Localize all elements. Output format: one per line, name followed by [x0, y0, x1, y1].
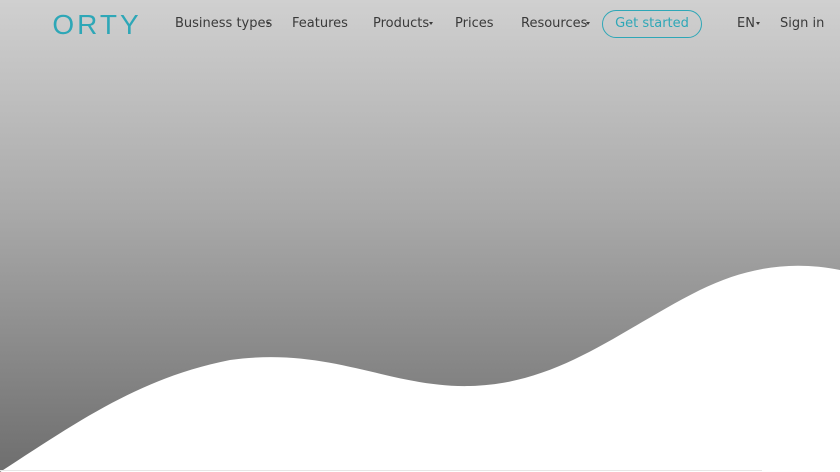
nav-business-types[interactable]: Business types	[175, 16, 272, 32]
chevron-down-icon	[586, 22, 590, 25]
nav-features[interactable]: Features	[292, 16, 348, 32]
hero-wave-shape	[0, 265, 840, 472]
nav-prices[interactable]: Prices	[455, 16, 494, 32]
chevron-down-icon	[429, 22, 433, 25]
chevron-down-icon	[756, 22, 760, 25]
nav-products[interactable]: Products	[373, 16, 429, 32]
sign-in-link[interactable]: Sign in	[780, 16, 824, 32]
chevron-down-icon	[266, 22, 270, 25]
logo-text: ORTY	[52, 11, 141, 37]
language-selector[interactable]: EN	[737, 16, 755, 32]
divider	[0, 470, 762, 471]
nav-resources[interactable]: Resources	[521, 16, 587, 32]
top-navigation: ORTY Business types Features Products Pr…	[0, 0, 840, 48]
orty-logo[interactable]: ORTY	[51, 11, 143, 37]
get-started-button[interactable]: Get started	[602, 10, 702, 38]
